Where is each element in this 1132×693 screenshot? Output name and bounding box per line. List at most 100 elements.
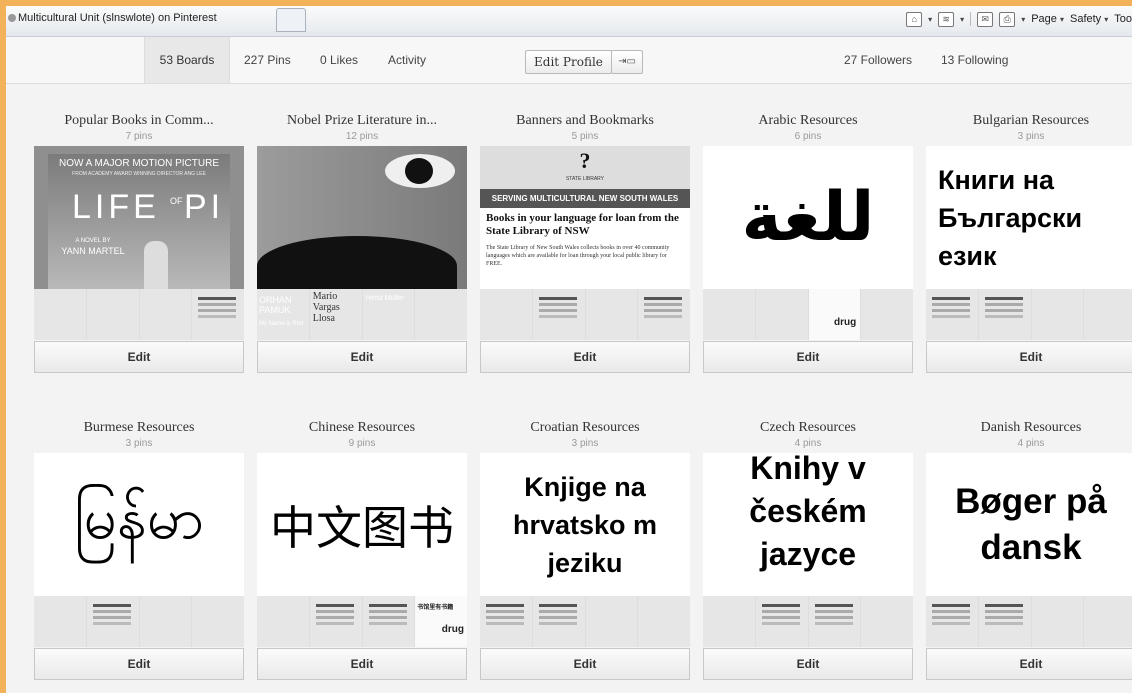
thumbnail[interactable]: [1084, 596, 1132, 647]
thumbnail[interactable]: [585, 289, 638, 340]
thumbnail[interactable]: 书馆里有书籍 drug: [415, 596, 467, 647]
edit-board-button[interactable]: Edit: [703, 341, 913, 373]
share-profile-icon[interactable]: ⇥▭: [611, 50, 643, 74]
edit-board-button[interactable]: Edit: [480, 648, 690, 680]
edit-board-button[interactable]: Edit: [703, 648, 913, 680]
thumbnail[interactable]: [532, 289, 585, 340]
board-title[interactable]: Banners and Bookmarks: [480, 113, 690, 129]
thumbnail[interactable]: [480, 289, 532, 340]
thumbnail[interactable]: [808, 596, 861, 647]
thumbnail[interactable]: [755, 289, 808, 340]
thumbnail[interactable]: Mario Vargas Llosa: [309, 289, 362, 340]
thumbnail[interactable]: [86, 289, 139, 340]
board-card[interactable]: Chinese Resources 9 pins 中文图书 书馆里有书籍 drug…: [257, 420, 467, 680]
board-title[interactable]: Popular Books in Comm...: [34, 113, 244, 129]
edit-profile-button[interactable]: Edit Profile: [525, 50, 612, 74]
thumbnail[interactable]: [926, 596, 978, 647]
board-card[interactable]: Bulgarian Resources 3 pins Книги на Бълг…: [926, 113, 1132, 373]
thumbnail[interactable]: [192, 596, 244, 647]
board-title[interactable]: Czech Resources: [703, 420, 913, 436]
thumbnail[interactable]: [415, 289, 467, 340]
thumbnail[interactable]: [257, 596, 309, 647]
following-link[interactable]: 13 Following: [941, 37, 1008, 83]
edit-board-button[interactable]: Edit: [480, 341, 690, 373]
board-cover-image[interactable]: Книги на Български език: [926, 146, 1132, 289]
tools-menu[interactable]: Too: [1114, 13, 1132, 25]
board-cover-image[interactable]: ? STATE LIBRARY SERVING MULTICULTURAL NE…: [480, 146, 690, 289]
board-title[interactable]: Chinese Resources: [257, 420, 467, 436]
edit-board-button[interactable]: Edit: [926, 648, 1132, 680]
board-title[interactable]: Arabic Resources: [703, 113, 913, 129]
board-cover-image[interactable]: Knihy v českém jazyce: [703, 453, 913, 596]
board-title[interactable]: Nobel Prize Literature in...: [257, 113, 467, 129]
thumbnail[interactable]: [703, 596, 755, 647]
thumbnail[interactable]: [585, 596, 638, 647]
thumbnail[interactable]: [86, 596, 139, 647]
new-tab-button[interactable]: [276, 8, 306, 32]
edit-board-button[interactable]: Edit: [34, 341, 244, 373]
browser-tab[interactable]: Multicultural Unit (slnswlote) on Pinter…: [6, 6, 276, 30]
board-title[interactable]: Bulgarian Resources: [926, 113, 1132, 129]
board-cover-image[interactable]: မြန်မာ: [34, 453, 244, 596]
board-card[interactable]: Banners and Bookmarks 5 pins ? STATE LIB…: [480, 113, 690, 373]
board-cover-image[interactable]: NOW A MAJOR MOTION PICTURE FROM ACADEMY …: [34, 146, 244, 289]
board-cover-image[interactable]: 中文图书: [257, 453, 467, 596]
tab-pins[interactable]: 227 Pins: [244, 37, 291, 83]
board-card[interactable]: Czech Resources 4 pins Knihy v českém ja…: [703, 420, 913, 680]
thumbnail[interactable]: [1031, 289, 1084, 340]
thumbnail[interactable]: Herta Müller: [362, 289, 415, 340]
thumbnail[interactable]: [309, 596, 362, 647]
edit-board-button[interactable]: Edit: [257, 648, 467, 680]
followers-link[interactable]: 27 Followers: [844, 37, 912, 83]
thumbnail[interactable]: drug: [808, 289, 861, 340]
tab-likes[interactable]: 0 Likes: [320, 37, 358, 83]
board-card[interactable]: Popular Books in Comm... 7 pins NOW A MA…: [34, 113, 244, 373]
page-menu[interactable]: Page ▾: [1031, 13, 1064, 25]
home-icon[interactable]: ⌂: [906, 11, 923, 27]
thumbnail[interactable]: [638, 289, 690, 340]
feeds-icon[interactable]: ≋: [938, 11, 955, 27]
board-title[interactable]: Croatian Resources: [480, 420, 690, 436]
thumbnail[interactable]: [978, 289, 1031, 340]
thumbnail[interactable]: [1084, 289, 1132, 340]
board-title[interactable]: Danish Resources: [926, 420, 1132, 436]
edit-board-button[interactable]: Edit: [257, 341, 467, 373]
board-cover-image[interactable]: Bøger på dansk: [926, 453, 1132, 596]
thumbnail[interactable]: [861, 596, 913, 647]
thumbnail[interactable]: [755, 596, 808, 647]
thumbnail[interactable]: ORHAN PAMUK My Name is Red: [257, 289, 309, 340]
thumbnail[interactable]: [34, 289, 86, 340]
board-card[interactable]: Danish Resources 4 pins Bøger på dansk E…: [926, 420, 1132, 680]
safety-menu[interactable]: Safety ▾: [1070, 13, 1108, 25]
feeds-dropdown-icon[interactable]: ▾: [960, 15, 964, 24]
tab-boards[interactable]: 53 Boards: [144, 37, 230, 83]
tab-activity[interactable]: Activity: [388, 37, 426, 83]
board-title[interactable]: Burmese Resources: [34, 420, 244, 436]
thumbnail[interactable]: [861, 289, 913, 340]
print-icon[interactable]: ⎙: [999, 11, 1016, 27]
thumbnail[interactable]: [480, 596, 532, 647]
thumbnail[interactable]: [139, 289, 192, 340]
board-card[interactable]: Arabic Resources 6 pins للغة drug Edit: [703, 113, 913, 373]
board-cover-image[interactable]: Knjige na hrvatsko m jeziku: [480, 453, 690, 596]
board-cover-image[interactable]: [257, 146, 467, 289]
thumbnail[interactable]: [362, 596, 415, 647]
board-cover-image[interactable]: للغة: [703, 146, 913, 289]
board-card[interactable]: Croatian Resources 3 pins Knjige na hrva…: [480, 420, 690, 680]
read-mail-icon[interactable]: ✉: [977, 11, 994, 27]
thumbnail[interactable]: [978, 596, 1031, 647]
thumbnail[interactable]: [926, 289, 978, 340]
thumbnail[interactable]: [34, 596, 86, 647]
thumbnail[interactable]: [192, 289, 244, 340]
board-card[interactable]: Nobel Prize Literature in... 12 pins ORH…: [257, 113, 467, 373]
thumbnail[interactable]: [638, 596, 690, 647]
edit-board-button[interactable]: Edit: [926, 341, 1132, 373]
home-dropdown-icon[interactable]: ▾: [928, 15, 932, 24]
print-dropdown-icon[interactable]: ▾: [1021, 15, 1025, 24]
thumbnail[interactable]: [139, 596, 192, 647]
edit-board-button[interactable]: Edit: [34, 648, 244, 680]
thumbnail[interactable]: [532, 596, 585, 647]
thumbnail[interactable]: [1031, 596, 1084, 647]
thumbnail[interactable]: [703, 289, 755, 340]
board-card[interactable]: Burmese Resources 3 pins မြန်မာ Edit: [34, 420, 244, 680]
